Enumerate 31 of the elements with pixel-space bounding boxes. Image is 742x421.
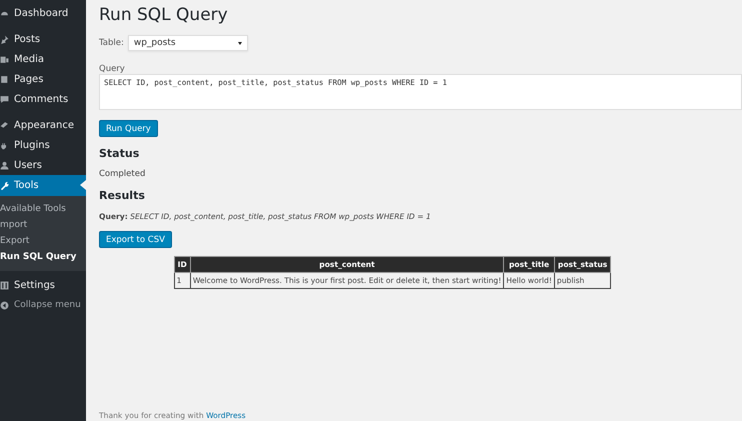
status-heading: Status [99, 147, 140, 160]
run-query-button[interactable]: Run Query [99, 120, 158, 137]
query-label: Query [99, 64, 126, 74]
caret-icon [238, 42, 242, 45]
collapse-menu-link[interactable]: Collapse menu [0, 295, 86, 315]
menu-item[interactable]: Dashboard [0, 3, 86, 23]
table-select[interactable]: wp_posts [128, 35, 248, 51]
page-icon [0, 74, 9, 84]
page-title: Run SQL Query [99, 5, 229, 25]
export-csv-button[interactable]: Export to CSV [99, 231, 172, 248]
wrench-icon [0, 181, 9, 190]
media-icon [0, 54, 9, 64]
menu-item[interactable]: Media [0, 49, 86, 69]
table-label: Table: [99, 38, 124, 48]
menu-item[interactable]: Tools [0, 175, 86, 196]
menu-item[interactable]: Plugins [0, 135, 86, 155]
submenu-item[interactable]: Available Tools [0, 201, 86, 217]
menu-item[interactable]: Users [0, 155, 86, 175]
results-heading: Results [99, 189, 146, 202]
menu-item[interactable]: Comments [0, 89, 86, 109]
menu-item[interactable]: Settings [0, 275, 86, 295]
menu-item[interactable]: Pages [0, 69, 86, 89]
submenu-item[interactable]: mport [0, 217, 86, 233]
menu-item[interactable]: Appearance [0, 115, 86, 135]
speech-bubble-icon [0, 94, 9, 104]
status-text: Completed [99, 169, 146, 179]
submenu-item[interactable]: Run SQL Query [0, 249, 86, 265]
submenu-item[interactable]: Export [0, 233, 86, 249]
plug-icon [0, 140, 9, 150]
user-icon [0, 160, 9, 170]
menu-item[interactable]: Posts [0, 29, 86, 49]
